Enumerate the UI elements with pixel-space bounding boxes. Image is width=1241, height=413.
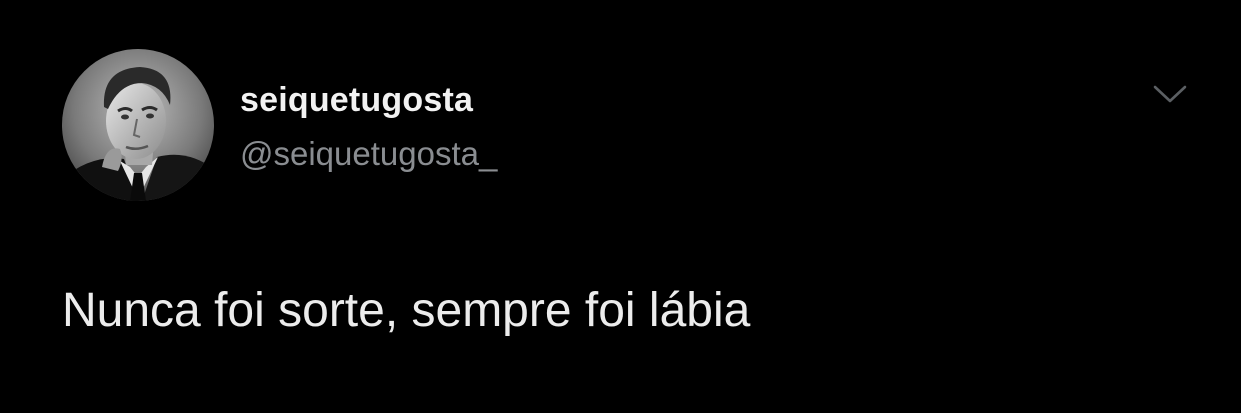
avatar-image [62,49,214,201]
user-handle: @seiquetugosta_ [240,135,498,172]
tweet-text: Nunca foi sorte, sempre foi lábia [62,284,751,337]
tweet: seiquetugosta @seiquetugosta_ Nunca foi … [0,0,1241,413]
avatar[interactable] [62,49,214,201]
chevron-down-icon[interactable] [1152,82,1188,106]
display-name[interactable]: seiquetugosta [240,80,473,120]
